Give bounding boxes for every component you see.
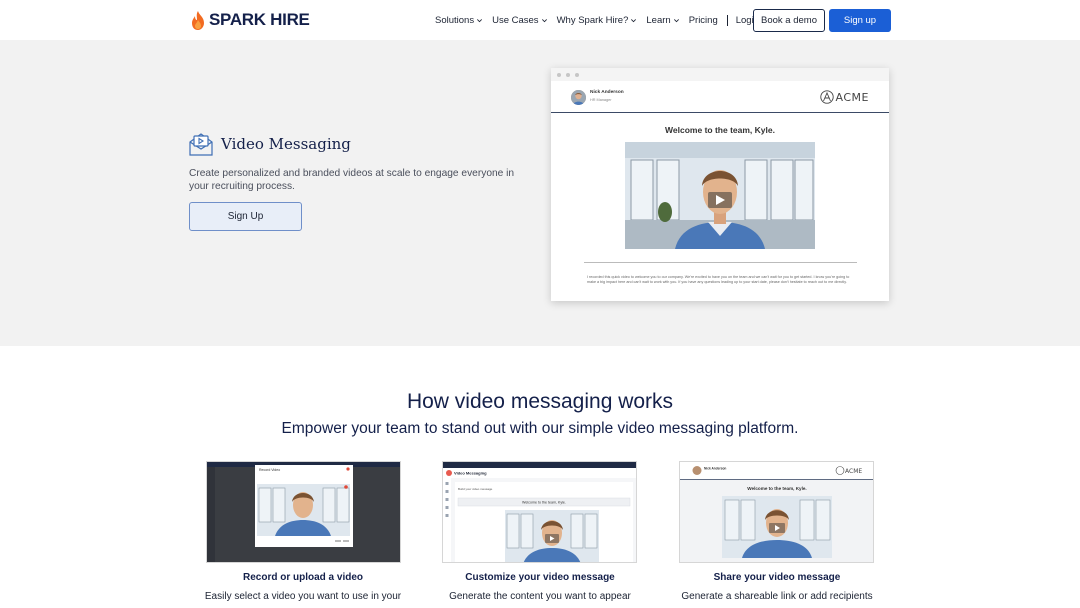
spark-hire-logo[interactable]: SPARK HIRE [191,10,310,30]
sender-avatar [571,90,586,105]
signup-button[interactable]: Sign up [829,9,891,32]
book-demo-button[interactable]: Book a demo [753,9,825,32]
share-welcome: Welcome to the team, Kyle. [747,486,806,491]
hero-signup-button[interactable]: Sign Up [189,202,302,231]
menu-label: Pricing [688,14,718,26]
menu-item-use-cases[interactable]: Use Cases [492,15,547,26]
share-screen-illustration: Nick Anderson ACME Welcome to the team, … [680,462,873,562]
chevron-down-icon [631,18,637,22]
welcome-heading: Welcome to the team, Kyle. [665,125,775,135]
feature-title: Video Messaging [221,135,351,153]
card-description-record: Easily select a video you want to use in… [204,591,402,602]
video-thumbnail [625,142,815,249]
chevron-down-icon [673,18,679,22]
hero-section: Video Messaging Create personalized and … [0,40,1080,346]
menu-label: Why Spark Hire? [556,14,629,26]
customize-screen-title: Video Messaging [454,471,487,476]
record-screen-label: Record Video [259,468,280,472]
window-dot-icon [566,72,570,77]
card-description-share: Generate a shareable link or add recipie… [681,591,873,602]
record-screen-illustration: Record Video [207,462,400,562]
main-menu: Solutions Use Cases Why Spark Hire? Lear… [435,0,777,40]
sender-name: Nick Anderson [590,90,624,95]
window-dot-icon [575,72,579,77]
record-video-screenshot: Record Video [206,461,401,563]
chevron-down-icon [477,18,483,22]
company-logo: ACME [819,90,869,104]
customize-message-screenshot: Video Messaging Build your video message… [442,461,637,563]
section-subtitle: Empower your team to stand out with our … [281,420,799,437]
card-title-customize: Customize your video message [465,572,615,583]
share-sender-name: Nick Anderson [704,467,726,471]
menu-label: Use Cases [492,14,539,26]
company-logo-text: ACME [835,90,869,104]
menu-item-learn[interactable]: Learn [646,15,679,26]
person-avatar-icon [571,90,586,105]
section-title: How video messaging works [406,390,674,413]
menu-item-pricing[interactable]: Pricing [689,15,718,26]
acme-logo-icon [819,90,834,104]
customize-screen-illustration: Video Messaging Build your video message… [443,462,636,562]
message-header: Nick Anderson HR Manager ACME [551,81,889,113]
top-navigation: SPARK HIRE Solutions Use Cases Why Spark… [0,0,1080,40]
video-message-preview: Nick Anderson HR Manager ACME Welcome to… [551,68,889,301]
flame-icon [192,10,204,30]
message-body: I recorded this quick video to welcome y… [587,275,850,284]
menu-divider [726,14,728,26]
window-dot-icon [557,72,561,77]
customize-screen-sub: Build your video message [458,487,493,491]
menu-label: Learn [646,14,671,26]
feature-description: Create personalized and branded videos a… [189,168,515,192]
card-title-record: Record or upload a video [242,572,364,583]
sender-role: HR Manager [590,98,612,102]
menu-item-why-spark-hire[interactable]: Why Spark Hire? [557,15,638,26]
divider [584,262,857,263]
video-player[interactable] [625,142,815,249]
share-company-logo: ACME [845,468,862,475]
customize-welcome: Welcome to the team, Kyle. [522,501,566,505]
menu-label: Solutions [435,14,475,26]
browser-window-bar [551,68,889,81]
video-mail-icon [189,133,213,156]
chevron-down-icon [541,18,547,22]
card-title-share: Share your video message [713,572,841,583]
menu-item-solutions[interactable]: Solutions [435,15,483,26]
brand-name: SPARK HIRE [209,10,310,29]
share-message-screenshot: Nick Anderson ACME Welcome to the team, … [679,461,874,563]
card-description-customize: Generate the content you want to appear [449,591,631,602]
